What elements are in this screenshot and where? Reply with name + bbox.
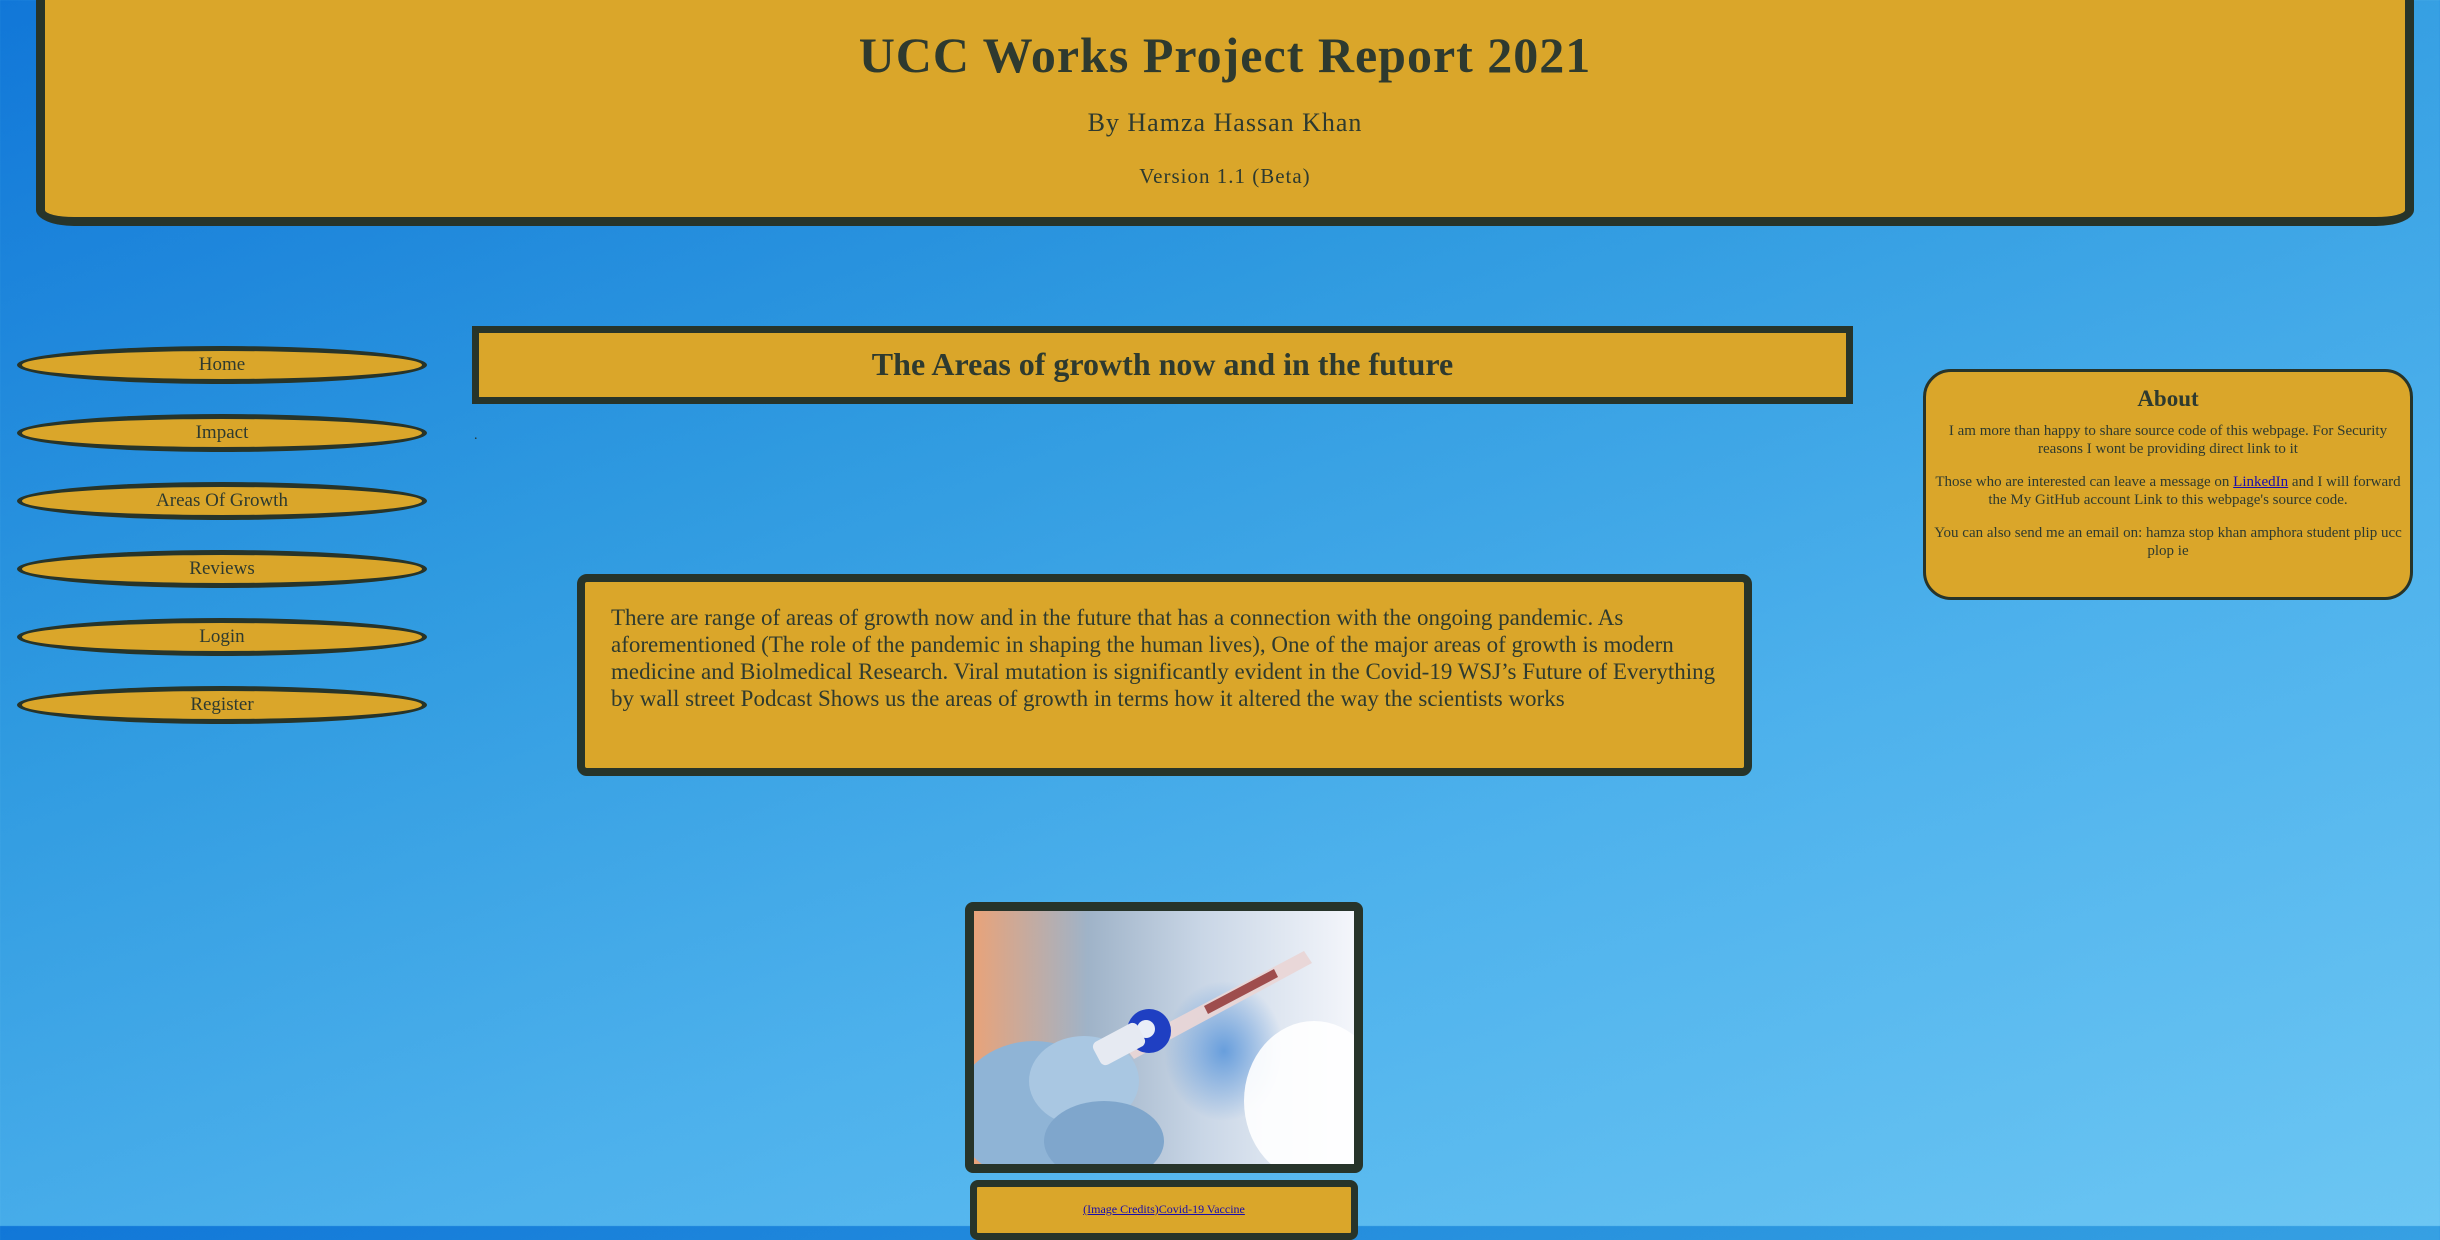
about-paragraph-1: I am more than happy to share source cod… bbox=[1948, 423, 2388, 457]
nav-home-button[interactable]: Home bbox=[17, 346, 427, 384]
nav-reviews-button[interactable]: Reviews bbox=[17, 550, 427, 588]
author-byline: By Hamza Hassan Khan bbox=[1087, 108, 1363, 137]
about-paragraph-2: Those who are interested can leave a mes… bbox=[1934, 473, 2402, 509]
nav-login-button[interactable]: Login bbox=[17, 618, 427, 656]
image-credits-link[interactable]: (Image Credits) bbox=[1083, 1202, 1159, 1216]
about-paragraph-2-text: Those who are interested can leave a mes… bbox=[1935, 474, 2234, 490]
section-title: The Areas of growth now and in the futur… bbox=[472, 326, 1853, 404]
vaccine-photo bbox=[974, 911, 1354, 1164]
about-panel: About I am more than happy to share sour… bbox=[1923, 369, 2413, 600]
about-title: About bbox=[2137, 386, 2199, 411]
nav-areas-of-growth-button[interactable]: Areas Of Growth bbox=[17, 482, 427, 520]
linkedin-link[interactable]: LinkedIn bbox=[2233, 474, 2288, 490]
nav-impact-button[interactable]: Impact bbox=[17, 414, 427, 452]
body-text: There are range of areas of growth now a… bbox=[611, 605, 1716, 711]
stray-dot: . bbox=[474, 428, 478, 443]
body-text-box: There are range of areas of growth now a… bbox=[577, 574, 1752, 776]
image-caption: (Image Credits)Covid-19 Vaccine bbox=[970, 1180, 1358, 1240]
nav-register-button[interactable]: Register bbox=[17, 686, 427, 724]
about-paragraph-3: You can also send me an email on: hamza … bbox=[1934, 525, 2402, 559]
vaccine-image bbox=[965, 902, 1363, 1173]
page-title: UCC Works Project Report 2021 bbox=[858, 27, 1592, 83]
page-header: UCC Works Project Report 2021 By Hamza H… bbox=[36, 0, 2414, 226]
version-label: Version 1.1 (Beta) bbox=[1139, 164, 1311, 188]
covid-vaccine-link[interactable]: Covid-19 Vaccine bbox=[1159, 1202, 1245, 1216]
